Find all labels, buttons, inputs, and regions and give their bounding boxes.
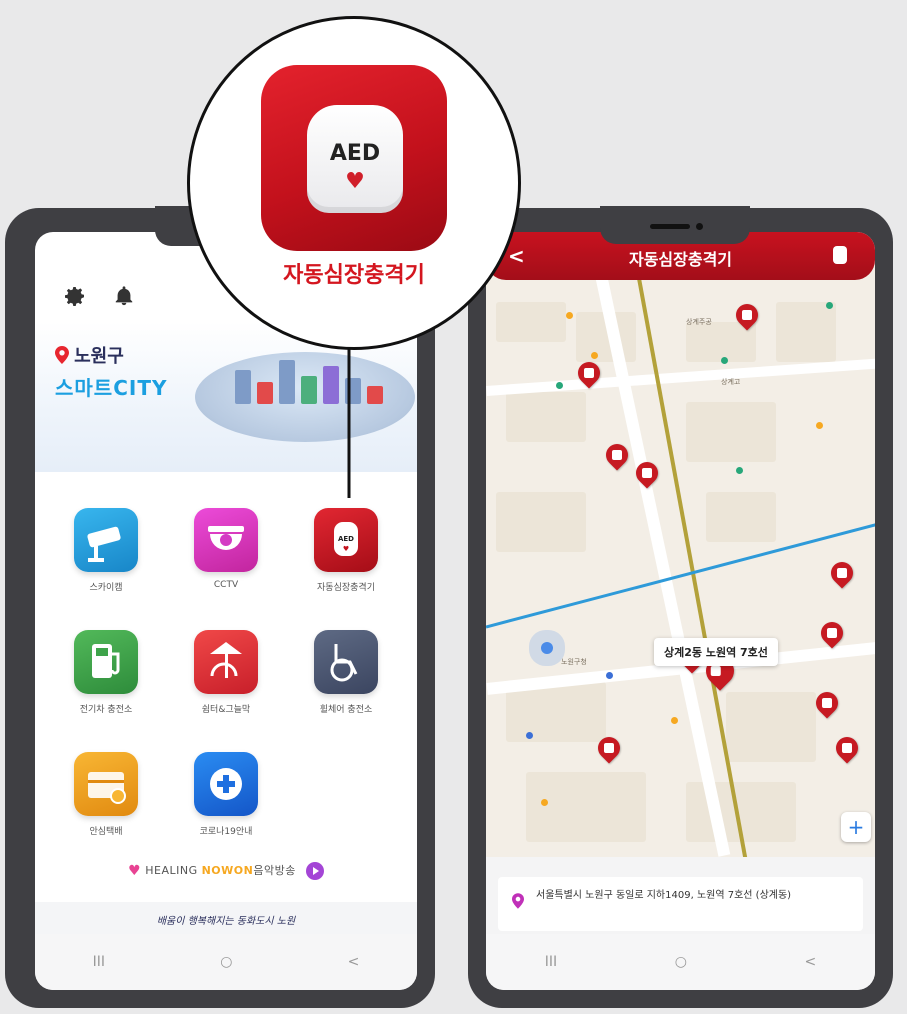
tile-covid[interactable]: 코로나19안내: [171, 752, 281, 837]
location-pin-icon: [512, 893, 524, 909]
callout-label: 자동심장충격기: [283, 263, 425, 288]
location-pin-icon: [55, 346, 69, 364]
tile-wheelchair[interactable]: 휠체어 충전소: [291, 630, 401, 715]
home-button[interactable]: ○: [220, 954, 232, 970]
brand-city: 스마트CITY: [55, 376, 168, 400]
ev-charger-icon: [74, 630, 138, 694]
wheelchair-icon: [314, 630, 378, 694]
shade-tent-icon: [194, 630, 258, 694]
heart-icon: ♥: [345, 169, 365, 194]
home-button[interactable]: ○: [675, 954, 687, 970]
aed-map[interactable]: 노원구청 상계주공 상계고 상계2동 노원역 7호선 +: [486, 262, 875, 857]
aed-text: AED: [329, 141, 381, 166]
tile-aed[interactable]: AED ♥ 자동심장충격기: [291, 508, 401, 593]
station-tooltip[interactable]: 상계2동 노원역 7호선: [654, 638, 778, 666]
city-illustration: [195, 352, 415, 442]
svg-text:♥: ♥: [343, 545, 349, 553]
system-nav-bar: III ○ <: [35, 934, 417, 990]
recent-apps-button[interactable]: III: [93, 954, 105, 970]
notification-bell-icon[interactable]: [113, 284, 135, 308]
locate-button[interactable]: +: [841, 812, 871, 842]
tile-cctv[interactable]: CCTV: [171, 508, 281, 590]
brand-name: 노원구: [74, 346, 124, 367]
back-button[interactable]: <: [348, 954, 360, 970]
phone-notch: [600, 206, 750, 244]
tile-ev-charger[interactable]: 전기차 충전소: [51, 630, 161, 715]
parcel-box-icon: [74, 752, 138, 816]
heart-icon: ♥: [128, 863, 142, 879]
aed-icon: AED ♥: [314, 508, 378, 572]
aed-app-icon: AED ♥: [261, 65, 447, 251]
map-screen: 노원구청 상계주공 상계고 상계2동 노원역 7호선 + < 자동심장충격기 서…: [486, 232, 875, 990]
address-card[interactable]: 서울특별시 노원구 동일로 지하1409, 노원역 7호선 (상계동): [498, 877, 863, 931]
brand-logo: 노원구 스마트CITY: [55, 342, 167, 401]
aed-callout-magnifier: AED ♥ 자동심장충격기: [187, 16, 521, 350]
callout-pointer: [347, 348, 351, 498]
page-title: 자동심장충격기: [628, 250, 733, 269]
system-nav-bar: III ○ <: [486, 934, 875, 990]
subway-lines: [486, 262, 875, 857]
healing-nowon-banner[interactable]: ♥ HEALING NOWON음악방송: [35, 862, 417, 880]
tile-shade[interactable]: 쉼터&그늘막: [171, 630, 281, 715]
recent-apps-button[interactable]: III: [545, 954, 557, 970]
tile-parcel[interactable]: 안심택배: [51, 752, 161, 837]
aed-mini-icon[interactable]: [833, 246, 847, 264]
address-text: 서울특별시 노원구 동일로 지하1409, 노원역 7호선 (상계동): [536, 890, 792, 901]
cctv-camera-icon: [74, 508, 138, 572]
settings-gear-icon[interactable]: [63, 284, 87, 308]
tile-skycam[interactable]: 스카이캠: [51, 508, 161, 593]
medical-plus-icon: [194, 752, 258, 816]
dome-camera-icon: [194, 508, 258, 572]
svg-text:AED: AED: [338, 535, 354, 543]
play-icon[interactable]: [305, 862, 324, 880]
right-phone: 노원구청 상계주공 상계고 상계2동 노원역 7호선 + < 자동심장충격기 서…: [468, 206, 893, 1008]
back-button[interactable]: <: [804, 954, 816, 970]
